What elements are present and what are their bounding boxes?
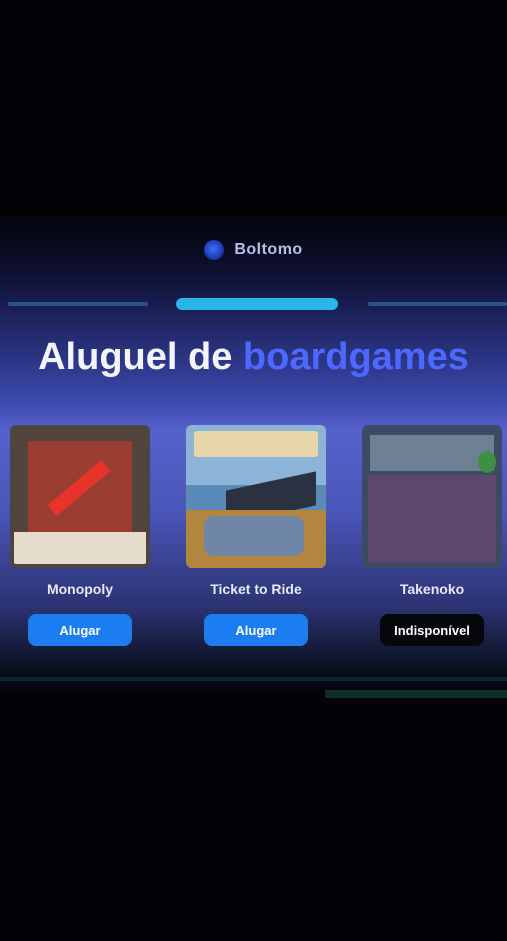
unavailable-button[interactable]: Indisponível	[380, 614, 484, 646]
title-part-1: Aluguel de	[38, 336, 233, 378]
page-title: Aluguel de boardgames	[0, 336, 507, 379]
game-cover-image[interactable]	[186, 425, 326, 568]
game-card: Takenoko Indisponível	[362, 425, 502, 646]
game-list: Monopoly Alugar Ticket to Ride Alugar Ta…	[0, 425, 507, 655]
carousel-indicator-1[interactable]	[8, 302, 148, 306]
game-name: Ticket to Ride	[210, 581, 302, 597]
game-card: Ticket to Ride Alugar	[186, 425, 326, 646]
rent-button[interactable]: Alugar	[204, 614, 308, 646]
carousel-indicators	[0, 298, 507, 312]
section-divider-accent	[325, 690, 507, 698]
game-cover-image[interactable]	[362, 425, 502, 568]
brand-name: Boltomo	[234, 241, 303, 258]
game-cover-image[interactable]	[10, 425, 150, 568]
carousel-indicator-3[interactable]	[368, 302, 507, 306]
section-divider	[0, 677, 507, 681]
rent-button[interactable]: Alugar	[28, 614, 132, 646]
title-part-2: boardgames	[242, 336, 469, 378]
brand-logo-icon	[204, 240, 225, 260]
game-name: Monopoly	[46, 581, 114, 597]
carousel-indicator-2-active[interactable]	[176, 298, 338, 310]
game-card: Monopoly Alugar	[10, 425, 150, 646]
brand[interactable]: Boltomo	[0, 235, 507, 265]
game-name: Takenoko	[399, 581, 465, 597]
